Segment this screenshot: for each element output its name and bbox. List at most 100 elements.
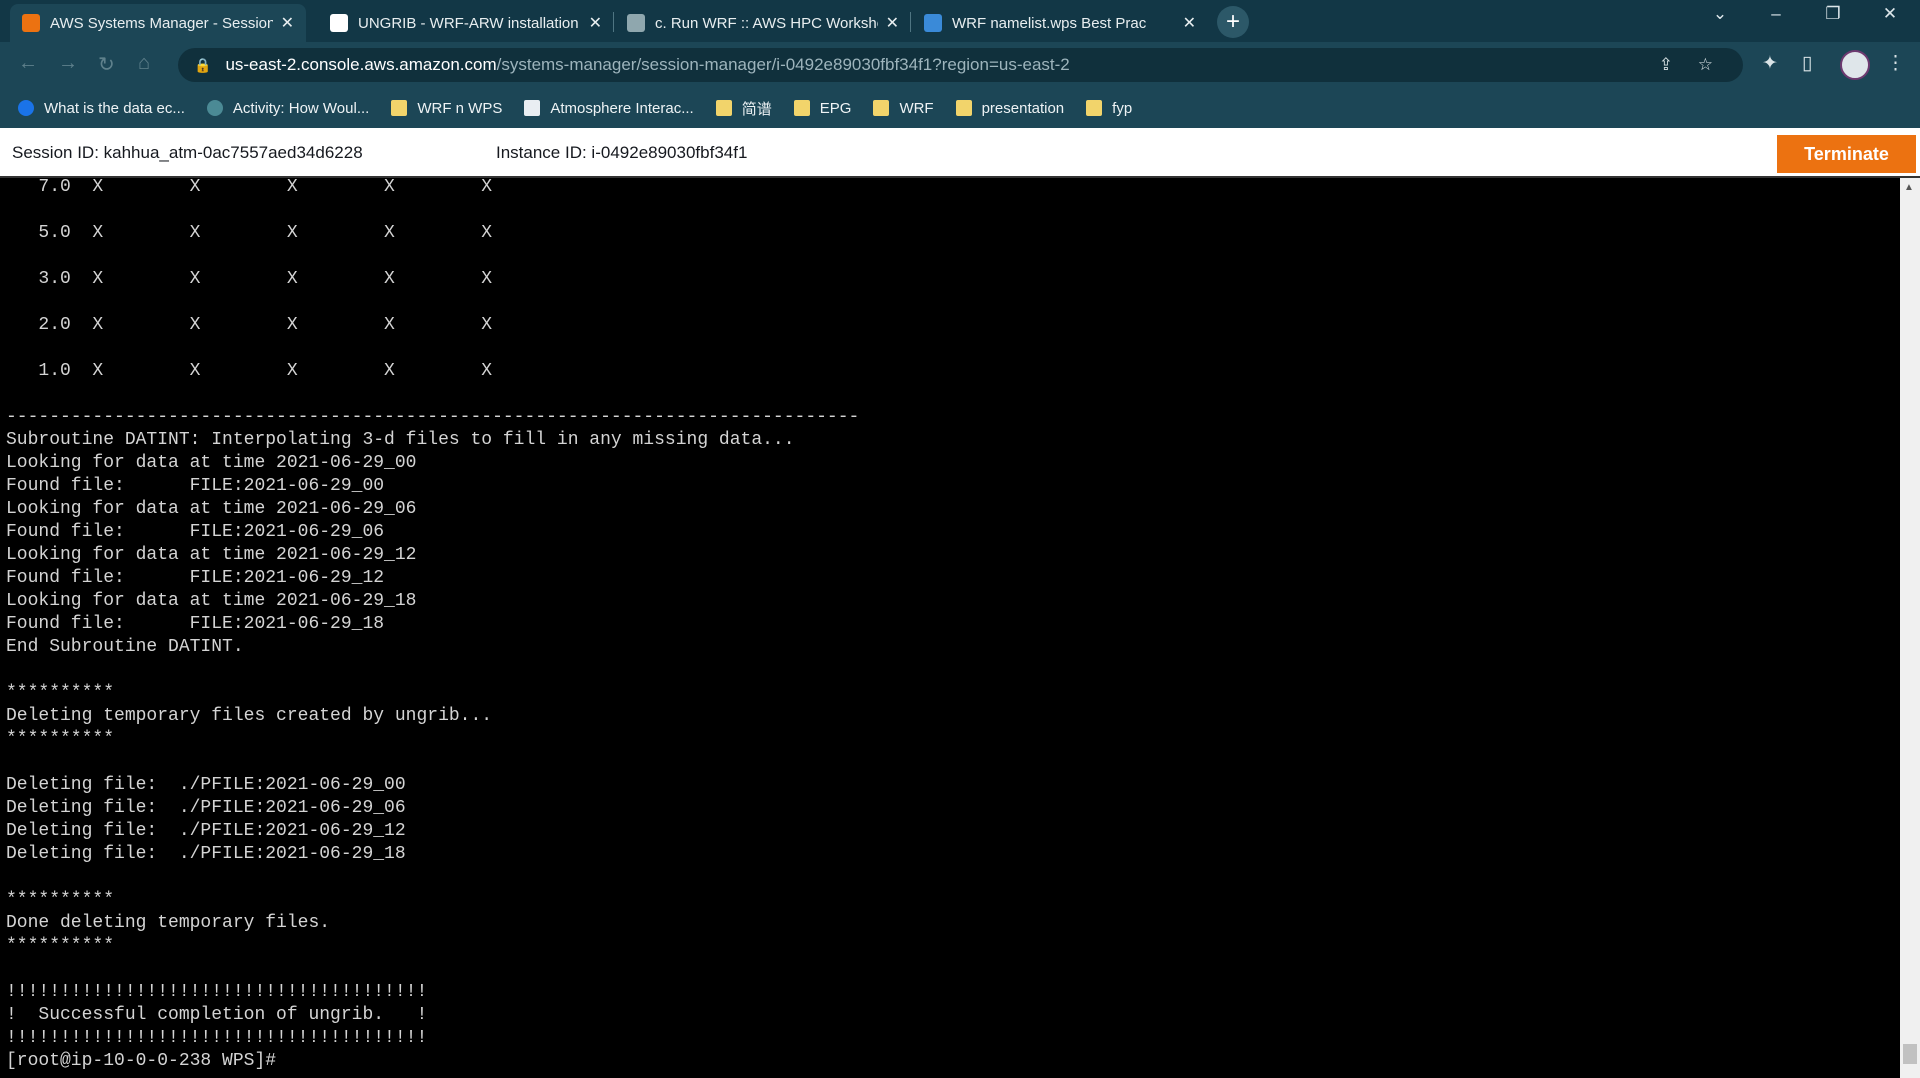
profile-avatar[interactable]	[1840, 50, 1870, 80]
bookmark-item[interactable]: Activity: How Woul...	[206, 99, 370, 117]
bookmark-label: fyp	[1112, 99, 1133, 117]
bookmark-star-icon[interactable]: ☆	[1698, 55, 1713, 75]
hpc-icon	[627, 14, 645, 32]
url-host: us-east-2.console.aws.amazon.com	[225, 55, 497, 74]
reload-icon[interactable]: ↻	[98, 52, 115, 77]
new-tab-button[interactable]: +	[1217, 6, 1249, 38]
back-icon[interactable]: ←	[18, 52, 38, 75]
terminal-line: ----------------------------------------…	[6, 407, 860, 427]
scroll-up-icon[interactable]: ▲	[1904, 182, 1914, 193]
terminal-line: 3.0 X X X X X	[6, 269, 493, 289]
session-header: Session ID: kahhua_atm-0ac7557aed34d6228…	[0, 128, 1920, 178]
bookmark-label: EPG	[819, 99, 852, 117]
globe-icon	[206, 100, 223, 116]
tab-title: WRF namelist.wps Best Prac	[952, 14, 1147, 32]
terminal-line: Deleting temporary files created by ungr…	[6, 706, 493, 726]
instance-id: Instance ID: i-0492e89030fbf34f1	[496, 143, 748, 162]
tab-separator	[910, 12, 911, 32]
lock-icon: 🔒	[194, 56, 212, 73]
terminal-line: 2.0 X X X X X	[6, 315, 493, 335]
tab-0[interactable]: AWS Systems Manager - Session ✕	[10, 4, 306, 42]
site-icon	[524, 100, 541, 116]
scroll-thumb[interactable]	[1903, 1044, 1917, 1064]
bookmark-item[interactable]: Atmosphere Interac...	[524, 99, 694, 117]
terminal-line: Deleting file: ./PFILE:2021-06-29_12	[6, 821, 406, 841]
terminal-line: Looking for data at time 2021-06-29_06	[6, 499, 417, 519]
side-panel-icon[interactable]: ▯	[1802, 52, 1812, 75]
folder-icon	[793, 100, 810, 116]
terminal-line: Found file: FILE:2021-06-29_18	[6, 614, 385, 634]
terminal-line: Deleting file: ./PFILE:2021-06-29_06	[6, 798, 406, 818]
terminal-line: 7.0 X X X X X	[6, 178, 493, 197]
terminal-prompt: [root@ip-10-0-0-238 WPS]#	[6, 1051, 277, 1071]
terminal-line: ! Successful completion of ungrib. !	[6, 1005, 428, 1025]
terminal-line: **********	[6, 890, 115, 910]
terminal-line: Deleting file: ./PFILE:2021-06-29_18	[6, 844, 406, 864]
terminal-line: 5.0 X X X X X	[6, 223, 493, 243]
minimize-icon[interactable]: –	[1756, 4, 1796, 24]
bookmark-label: WRF n WPS	[417, 99, 503, 117]
bookmark-label: What is the data ec...	[44, 99, 185, 117]
close-tab-icon[interactable]: ✕	[589, 13, 602, 33]
tab-1[interactable]: UNGRIB - WRF-ARW installation ✕	[318, 4, 614, 42]
close-tab-icon[interactable]: ✕	[1183, 13, 1196, 33]
restore-icon[interactable]: ❐	[1813, 4, 1853, 24]
terminal-line: End Subroutine DATINT.	[6, 637, 244, 657]
session-id: Session ID: kahhua_atm-0ac7557aed34d6228	[12, 143, 363, 162]
bookmark-item[interactable]: EPG	[793, 99, 852, 117]
tab-search-icon[interactable]: ⌄	[1700, 4, 1740, 24]
terminal-line: Found file: FILE:2021-06-29_12	[6, 568, 385, 588]
forward-icon[interactable]: →	[58, 52, 78, 75]
bookmark-item[interactable]: WRF n WPS	[391, 100, 502, 117]
home-icon[interactable]: ⌂	[138, 52, 150, 75]
github-icon	[330, 14, 348, 32]
terminal-line: Done deleting temporary files.	[6, 913, 331, 933]
tab-3[interactable]: WRF namelist.wps Best Prac ✕	[912, 4, 1208, 42]
tab-separator	[613, 12, 614, 32]
bookmark-label: Atmosphere Interac...	[550, 99, 694, 117]
terminal-line: **********	[6, 936, 115, 956]
bookmark-item[interactable]: 简谱	[715, 98, 772, 119]
terminal[interactable]: 7.0 X X X X X 5.0 X X X X X 3.0 X X X X …	[0, 178, 1900, 1078]
close-tab-icon[interactable]: ✕	[886, 13, 899, 33]
bookmark-label: presentation	[981, 99, 1065, 117]
bookmark-item[interactable]: presentation	[955, 99, 1065, 117]
tab-strip: AWS Systems Manager - Session ✕ UNGRIB - W…	[0, 0, 1920, 42]
url-path: /systems-manager/session-manager/i-0492e…	[496, 55, 1070, 74]
folder-icon	[715, 100, 732, 116]
close-window-icon[interactable]: ✕	[1870, 4, 1910, 24]
terminate-button[interactable]: Terminate	[1777, 135, 1916, 173]
extensions-icon[interactable]: ✦	[1762, 52, 1778, 75]
tab-title: AWS Systems Manager - Session	[50, 14, 273, 32]
terminal-line: Looking for data at time 2021-06-29_18	[6, 591, 417, 611]
terminal-line: Subroutine DATINT: Interpolating 3-d fil…	[6, 430, 795, 450]
folder-icon	[955, 100, 972, 116]
bookmark-label: 简谱	[741, 100, 772, 118]
bookmark-item[interactable]: What is the data ec...	[18, 100, 185, 117]
bookmark-item[interactable]: fyp	[1086, 100, 1132, 117]
terminal-scrollbar[interactable]: ▲	[1900, 178, 1920, 1078]
address-bar[interactable]: 🔒 us-east-2.console.aws.amazon.com/syste…	[178, 48, 1743, 82]
bookmark-item[interactable]: WRF	[873, 100, 934, 117]
bookmark-label: Activity: How Woul...	[232, 99, 370, 117]
close-tab-icon[interactable]: ✕	[281, 13, 294, 33]
wrf-icon	[924, 14, 942, 32]
aws-icon	[22, 14, 40, 32]
terminal-line: 1.0 X X X X X	[6, 361, 493, 381]
menu-icon[interactable]: ⋮	[1886, 52, 1905, 75]
terminal-line: Found file: FILE:2021-06-29_06	[6, 522, 385, 542]
share-icon[interactable]: ⇪	[1659, 55, 1673, 75]
terminal-line: !!!!!!!!!!!!!!!!!!!!!!!!!!!!!!!!!!!!!!!	[6, 1028, 428, 1048]
terminal-line: Looking for data at time 2021-06-29_12	[6, 545, 417, 565]
folder-icon	[391, 100, 408, 116]
folder-icon	[1086, 100, 1103, 116]
tab-2[interactable]: c. Run WRF :: AWS HPC Worksho ✕	[615, 4, 911, 42]
browser-toolbar: ← → ↻ ⌂ 🔒 us-east-2.console.aws.amazon.c…	[0, 42, 1920, 88]
